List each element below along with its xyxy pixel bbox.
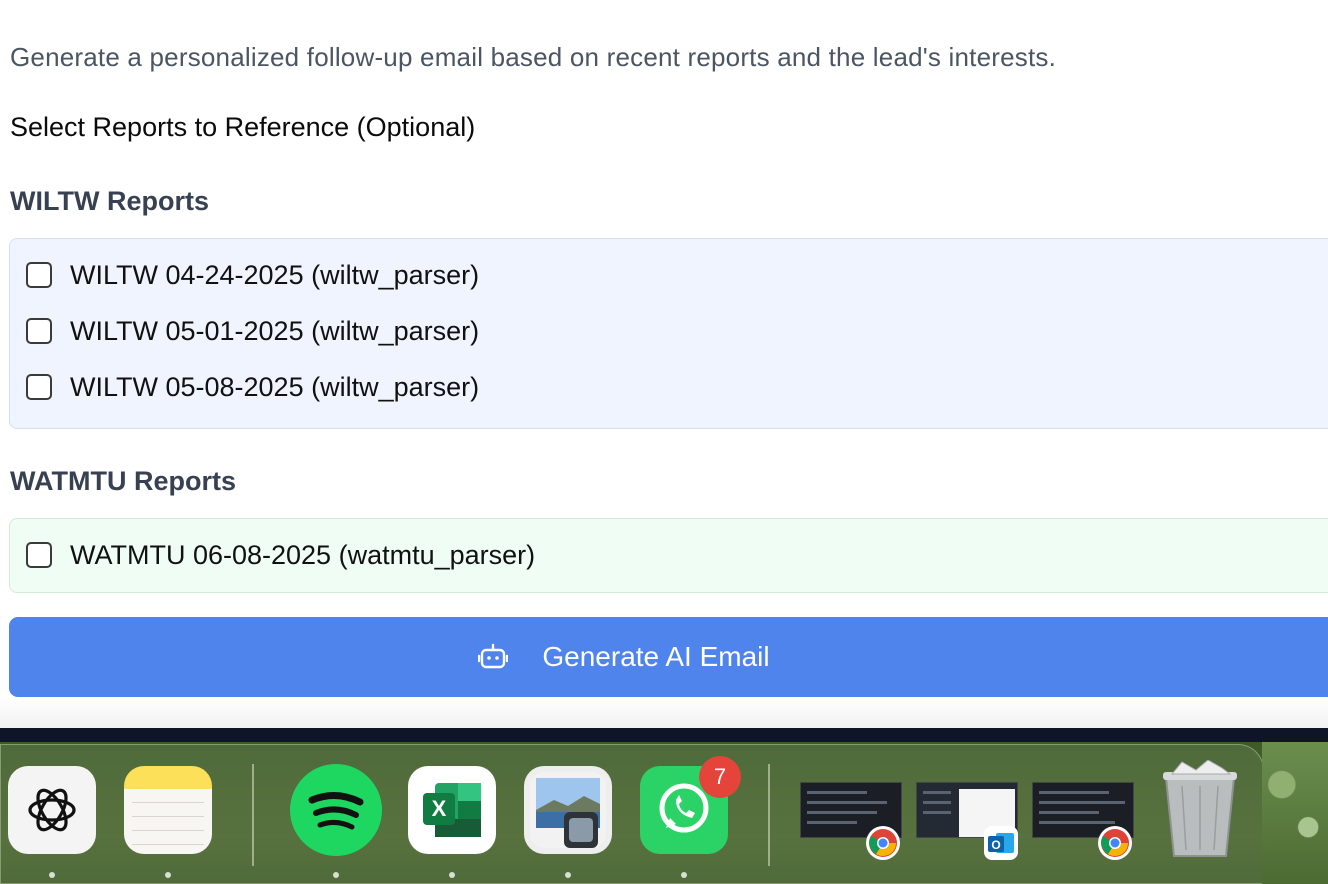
report-label[interactable]: WATMTU 06-08-2025 (watmtu_parser) — [70, 540, 535, 571]
report-label[interactable]: WILTW 05-08-2025 (wiltw_parser) — [70, 372, 479, 403]
report-checkbox[interactable] — [26, 374, 52, 400]
dock-separator — [252, 764, 254, 866]
chatgpt-app-icon[interactable] — [8, 766, 96, 854]
report-checkbox[interactable] — [26, 262, 52, 288]
running-indicator — [449, 872, 455, 878]
outlook-letter: O — [991, 838, 1000, 852]
generate-button-label[interactable]: Generate AI Email — [542, 641, 769, 673]
spotify-app-icon[interactable] — [290, 764, 382, 856]
spotify-waves-icon — [308, 792, 364, 830]
select-reports-heading: Select Reports to Reference (Optional) — [10, 112, 476, 142]
excel-app-icon[interactable]: X — [408, 766, 496, 854]
excel-logo-icon: X — [423, 783, 481, 837]
report-label[interactable]: WILTW 04-24-2025 (wiltw_parser) — [70, 260, 479, 291]
panel-description: Generate a personalized follow-up email … — [10, 42, 1057, 72]
generate-ai-email-button[interactable]: Generate AI Email — [9, 617, 1328, 697]
email-generator-panel: Generate a personalized follow-up email … — [0, 0, 1328, 728]
dock-separator — [768, 764, 770, 866]
running-indicator — [565, 872, 571, 878]
wallpaper-edge — [1262, 742, 1328, 884]
excel-letter: X — [432, 796, 447, 821]
running-indicator — [49, 872, 55, 878]
robot-icon — [478, 643, 509, 669]
running-indicator — [681, 872, 687, 878]
running-indicator — [333, 872, 339, 878]
wiltw-section-title: WILTW Reports — [10, 186, 209, 216]
wiltw-report-option[interactable]: WILTW 05-08-2025 (wiltw_parser) — [26, 371, 479, 403]
report-checkbox[interactable] — [26, 542, 52, 568]
preview-app-icon[interactable] — [524, 766, 612, 854]
outlook-badge-icon: O — [984, 826, 1018, 860]
notification-badge: 7 — [699, 756, 741, 798]
wiltw-reports-box: WILTW 04-24-2025 (wiltw_parser) WILTW 05… — [9, 238, 1328, 429]
report-checkbox[interactable] — [26, 318, 52, 344]
watmtu-report-option[interactable]: WATMTU 06-08-2025 (watmtu_parser) — [26, 539, 535, 571]
chrome-badge-icon — [1098, 826, 1132, 860]
content-bottom-fade — [0, 697, 1328, 728]
watmtu-section-title: WATMTU Reports — [10, 466, 236, 496]
chrome-badge-icon — [866, 826, 900, 860]
notes-app-icon[interactable] — [124, 766, 212, 854]
running-indicator — [165, 872, 171, 878]
wiltw-report-option[interactable]: WILTW 05-01-2025 (wiltw_parser) — [26, 315, 479, 347]
preview-photos-icon — [530, 772, 606, 848]
watmtu-reports-box: WATMTU 06-08-2025 (watmtu_parser) — [9, 518, 1328, 593]
report-label[interactable]: WILTW 05-01-2025 (wiltw_parser) — [70, 316, 479, 347]
trash-icon[interactable] — [1160, 760, 1240, 860]
openai-logo-icon — [28, 788, 76, 832]
wiltw-report-option[interactable]: WILTW 04-24-2025 (wiltw_parser) — [26, 259, 479, 291]
